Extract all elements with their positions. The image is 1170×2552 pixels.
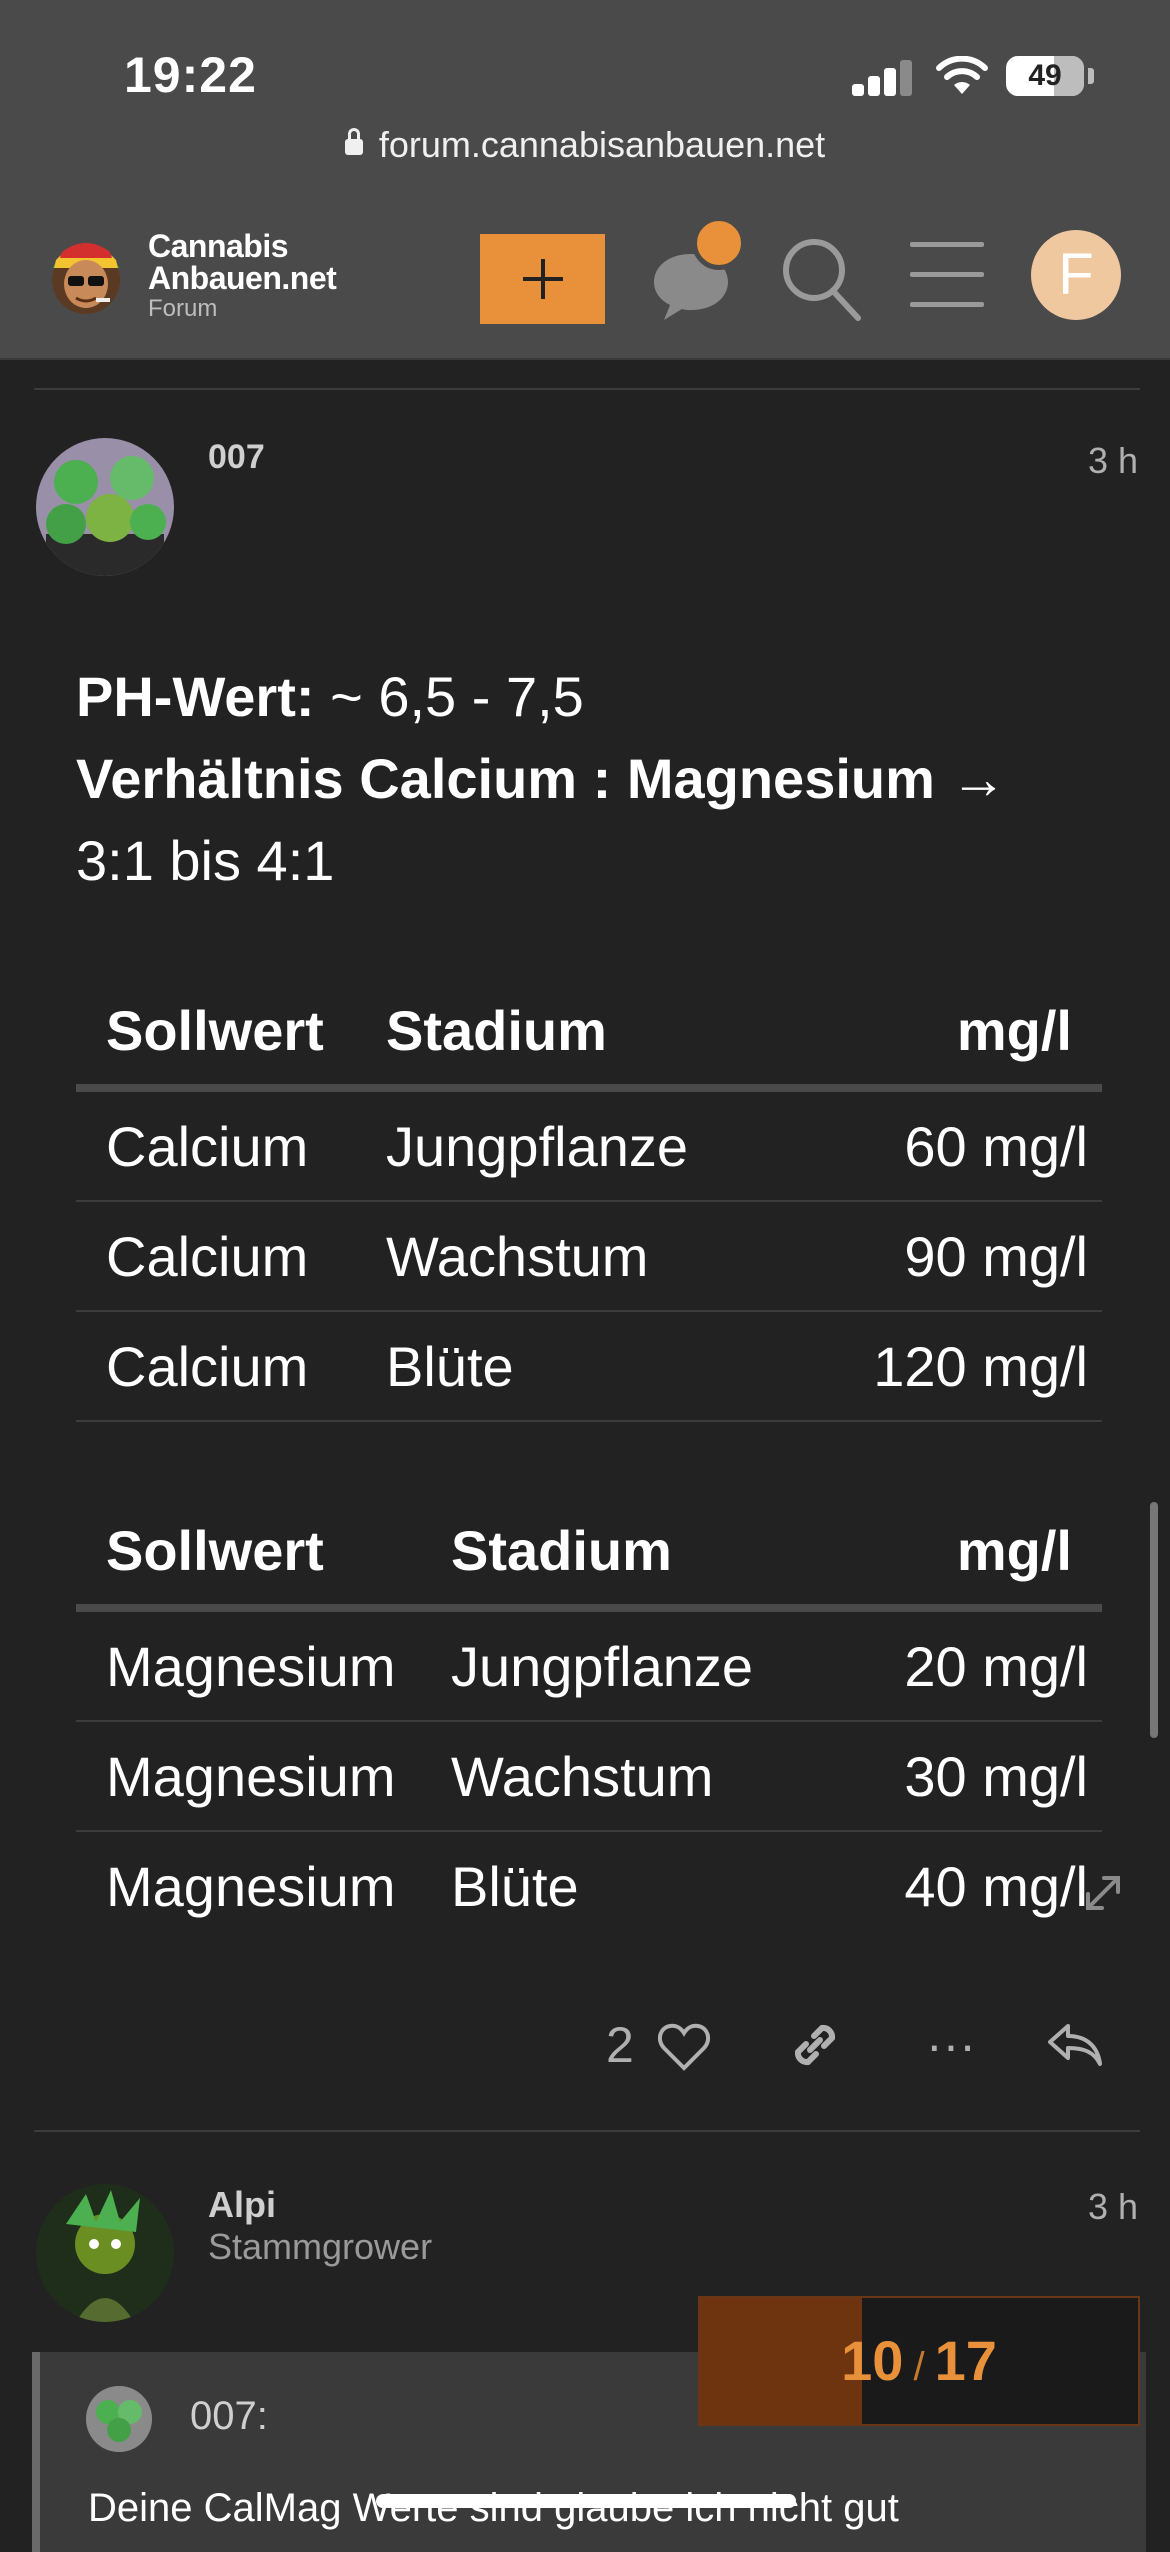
table-cell: Magnesium bbox=[76, 1608, 451, 1722]
url-bar[interactable]: forum.cannabisanbauen.net bbox=[0, 124, 1170, 166]
site-logo[interactable]: Cannabis Anbauen.net Forum bbox=[148, 228, 337, 322]
progress-total: 17 bbox=[934, 2329, 997, 2392]
table-cell: 90 mg/l bbox=[826, 1201, 1102, 1312]
heart-icon[interactable] bbox=[656, 2018, 712, 2074]
status-bar: 19:22 49 forum.cannabisanbauen.net bbox=[0, 0, 1170, 200]
table-cell: 40 mg/l bbox=[904, 1854, 1088, 1918]
calcium-table: Sollwert Stadium mg/l Calcium Jungpflanz… bbox=[76, 976, 1102, 1422]
table-header: Stadium bbox=[451, 1496, 856, 1612]
logo-title-line2: Anbauen.net bbox=[148, 260, 337, 296]
home-indicator[interactable] bbox=[376, 2494, 796, 2508]
table-header-row: Sollwert Stadium mg/l bbox=[76, 1496, 1102, 1612]
progress-separator: / bbox=[913, 2345, 925, 2389]
topic-progress[interactable]: 10/17 bbox=[698, 2296, 1140, 2426]
ph-value: ~ 6,5 - 7,5 bbox=[314, 665, 584, 728]
expand-table-icon[interactable] bbox=[1082, 1872, 1124, 1914]
site-header: Cannabis Anbauen.net Forum F bbox=[0, 200, 1170, 360]
table-cell: Wachstum bbox=[386, 1201, 826, 1312]
table-header: Sollwert bbox=[76, 1496, 451, 1612]
magnesium-table: Sollwert Stadium mg/l Magnesium Jungpfla… bbox=[76, 1496, 1102, 1940]
logo-subtitle: Forum bbox=[148, 295, 218, 322]
table-row: Calcium Blüte 120 mg/l bbox=[76, 1311, 1102, 1422]
like-count[interactable]: 2 bbox=[606, 2016, 634, 2074]
ph-label: PH-Wert: bbox=[76, 665, 315, 728]
reply-icon[interactable] bbox=[1044, 2018, 1106, 2072]
table-cell: Blüte bbox=[451, 1854, 579, 1918]
table-row: Calcium Jungpflanze 60 mg/l bbox=[76, 1088, 1102, 1202]
quote-avatar bbox=[86, 2386, 152, 2452]
hamburger-menu-icon[interactable] bbox=[910, 242, 984, 308]
avatar[interactable] bbox=[36, 2184, 174, 2322]
user-avatar[interactable]: F bbox=[1031, 230, 1121, 320]
ratio-value: 3:1 bis 4:1 bbox=[76, 829, 335, 892]
post-body: PH-Wert: ~ 6,5 - 7,5 Verhältnis Calcium … bbox=[76, 656, 1116, 902]
progress-text: 10/17 bbox=[700, 2298, 1138, 2424]
table-cell: 30 mg/l bbox=[856, 1721, 1102, 1832]
table-cell: 120 mg/l bbox=[826, 1311, 1102, 1422]
notification-dot bbox=[692, 216, 746, 270]
battery-level: 49 bbox=[1028, 59, 1062, 92]
table-row: Calcium Wachstum 90 mg/l bbox=[76, 1201, 1102, 1312]
table-cell: Wachstum bbox=[451, 1721, 856, 1832]
user-title: Stammgrower bbox=[208, 2226, 433, 2267]
table-cell: Calcium bbox=[76, 1311, 386, 1422]
post-timestamp[interactable]: 3 h bbox=[1088, 440, 1138, 482]
table-cell: Magnesium bbox=[76, 1721, 451, 1832]
url-text: forum.cannabisanbauen.net bbox=[378, 124, 826, 165]
signal-icon bbox=[852, 60, 914, 96]
table-cell: 60 mg/l bbox=[826, 1088, 1102, 1202]
lock-icon bbox=[344, 128, 363, 155]
battery-icon: 49 bbox=[1006, 56, 1084, 96]
new-topic-button[interactable] bbox=[480, 234, 605, 324]
table-header: Sollwert bbox=[76, 976, 386, 1092]
table-row: Magnesium Blüte 40 mg/l bbox=[76, 1831, 1102, 1940]
table-cell: Jungpflanze bbox=[386, 1088, 826, 1202]
more-options-icon[interactable]: ··· bbox=[926, 2016, 976, 2074]
table-cell: Calcium bbox=[76, 1088, 386, 1202]
ratio-label: Verhältnis Calcium : Magnesium bbox=[76, 747, 935, 810]
table-cell: Blüte bbox=[386, 1311, 826, 1422]
post-timestamp[interactable]: 3 h bbox=[1088, 2186, 1138, 2228]
table-cell: Magnesium bbox=[106, 1854, 396, 1918]
table-header-row: Sollwert Stadium mg/l bbox=[76, 976, 1102, 1092]
table-header: mg/l bbox=[826, 976, 1102, 1092]
logo-icon[interactable] bbox=[38, 224, 134, 320]
post-username[interactable]: 007 bbox=[208, 438, 265, 477]
table-cell: Jungpflanze bbox=[451, 1608, 856, 1722]
table-cell: Calcium bbox=[76, 1201, 386, 1312]
search-icon[interactable] bbox=[778, 234, 862, 324]
table-header: mg/l bbox=[856, 1496, 1102, 1612]
table-row: Magnesium Jungpflanze 20 mg/l bbox=[76, 1608, 1102, 1722]
table-row: Magnesium Wachstum 30 mg/l bbox=[76, 1721, 1102, 1832]
quote-username[interactable]: 007: bbox=[190, 2394, 268, 2439]
logo-title-line1: Cannabis bbox=[148, 228, 289, 264]
wifi-icon bbox=[936, 56, 988, 94]
avatar[interactable] bbox=[36, 438, 174, 576]
table-cell: 20 mg/l bbox=[856, 1608, 1102, 1722]
post-actions: 2 ··· bbox=[0, 2016, 1170, 2086]
status-time: 19:22 bbox=[124, 47, 257, 103]
link-icon[interactable] bbox=[786, 2016, 844, 2074]
quote-text: Deine CalMag Werte sind glaube ich nicht… bbox=[88, 2486, 899, 2530]
table-header: Stadium bbox=[386, 976, 826, 1092]
post-divider bbox=[34, 388, 1140, 390]
post-username[interactable]: Alpi bbox=[208, 2184, 276, 2226]
post-divider bbox=[34, 2130, 1140, 2132]
scrollbar[interactable] bbox=[1150, 1502, 1158, 1738]
ratio-arrow: → bbox=[934, 747, 1007, 810]
progress-current: 10 bbox=[841, 2329, 904, 2392]
